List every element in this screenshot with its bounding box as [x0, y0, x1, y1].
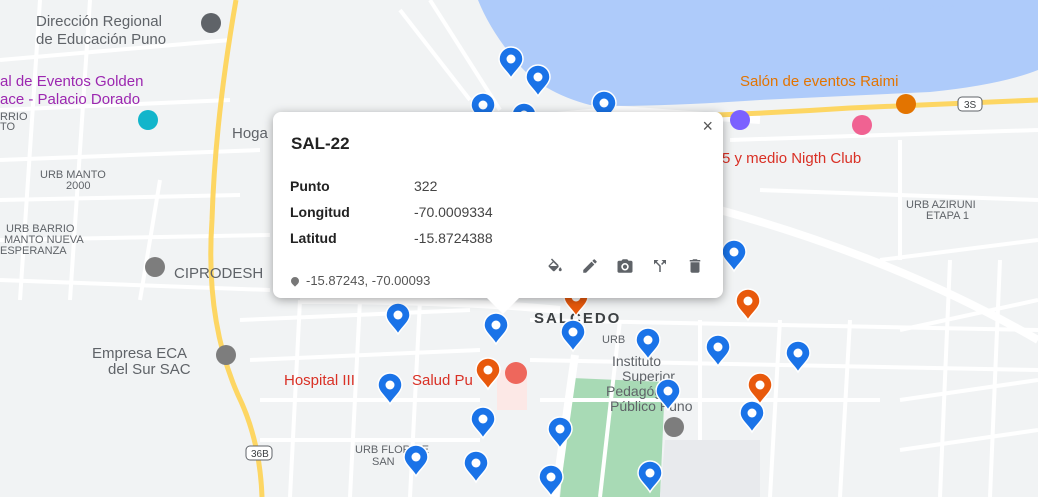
field-value: -15.8724388 — [414, 230, 493, 246]
route-3s-label: 3S — [964, 100, 977, 111]
field-row-latitud: Latitud -15.8724388 — [290, 230, 493, 246]
close-icon[interactable]: × — [702, 116, 713, 137]
coordinates-text: -15.87243, -70.00093 — [306, 273, 431, 288]
label-educacion: de Educación Puno — [36, 31, 166, 48]
label-salon-raimi: Salón de eventos Raimi — [740, 73, 898, 90]
label-empresa-eca: Empresa ECA — [92, 345, 187, 362]
label-etapa1: ETAPA 1 — [926, 210, 969, 222]
field-value: 322 — [414, 178, 438, 194]
field-value: -70.0009334 — [414, 204, 493, 220]
paint-bucket-icon[interactable] — [545, 256, 565, 276]
gas-station-poi-icon[interactable] — [730, 110, 750, 130]
music-venue-poi-icon[interactable] — [138, 110, 158, 130]
label-publico: Público Puno — [610, 398, 693, 414]
label-salud: Salud Pu — [412, 372, 473, 389]
label-hospital: Hospital III — [284, 372, 355, 389]
label-hoga: Hoga — [232, 125, 269, 142]
pencil-icon[interactable] — [580, 256, 600, 276]
field-label: Latitud — [290, 230, 337, 246]
field-row-longitud: Longitud -70.0009334 — [290, 204, 493, 220]
route-36b-label: 36B — [251, 449, 269, 460]
label-nigth: 5 y medio Nigth Club — [722, 150, 861, 167]
info-popup: × SAL-22 Punto 322 Longitud -70.0009334 La… — [273, 112, 723, 314]
label-dir-regional: Dirección Regional — [36, 13, 162, 30]
popup-actions — [545, 256, 705, 276]
camera-icon[interactable] — [615, 256, 635, 276]
restaurant-poi-icon[interactable] — [896, 94, 916, 114]
label-to: TO — [0, 121, 16, 133]
field-label: Longitud — [290, 204, 350, 220]
school-poi-icon[interactable] — [664, 417, 684, 437]
fork-icon[interactable] — [650, 256, 670, 276]
label-del-sur: del Sur SAC — [108, 361, 191, 378]
government-poi-icon[interactable] — [201, 13, 221, 33]
trash-icon[interactable] — [685, 256, 705, 276]
company-poi-icon[interactable] — [216, 345, 236, 365]
location-pin-icon — [289, 275, 301, 287]
field-label: Punto — [290, 178, 330, 194]
hospital-poi-icon[interactable] — [505, 362, 527, 384]
label-gnio: Gnio Petromas — [874, 0, 961, 15]
place-poi-icon[interactable] — [145, 257, 165, 277]
hotel-poi-icon[interactable] — [852, 115, 872, 135]
label-palacio: ace - Palacio Dorado — [0, 91, 140, 108]
label-ciprodesh: CIPRODESH — [174, 265, 263, 282]
label-2000: 2000 — [66, 180, 90, 192]
coordinates-readout: -15.87243, -70.00093 — [289, 273, 431, 288]
label-eventos-golden: al de Eventos Golden — [0, 73, 143, 90]
label-san: SAN — [372, 456, 395, 468]
label-esperanza: ESPERANZA — [0, 245, 67, 257]
campus-area — [660, 440, 760, 497]
field-row-punto: Punto 322 — [290, 178, 437, 194]
label-urb: URB — [602, 334, 625, 346]
popup-title: SAL-22 — [291, 134, 350, 153]
label-instituto: Instituto — [612, 353, 661, 369]
